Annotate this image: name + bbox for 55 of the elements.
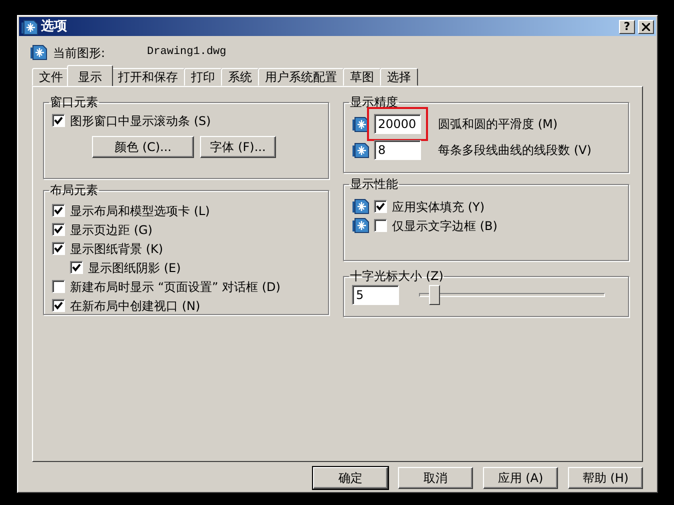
checkbox[interactable]: [52, 280, 65, 293]
close-icon: [642, 22, 650, 30]
document-icon: [352, 142, 369, 158]
document-icon: [352, 116, 369, 132]
checkbox[interactable]: [374, 200, 387, 213]
checkbox[interactable]: [374, 219, 387, 232]
input-field[interactable]: 8: [374, 140, 421, 160]
checkbox-label: 显示图纸阴影 (E): [88, 260, 181, 276]
checkbox[interactable]: [52, 204, 65, 217]
checkbox[interactable]: [52, 223, 65, 236]
checkbox-label: 新建布局时显示 “页面设置” 对话框 (D): [70, 278, 280, 296]
current-drawing-label: 当前图形:: [53, 44, 106, 62]
tab[interactable]: 打印: [184, 68, 222, 86]
drawing-name: Drawing1.dwg: [147, 45, 226, 60]
button[interactable]: 颜色 (C)...: [92, 136, 194, 158]
document-icon: [352, 218, 369, 233]
group-title: 窗口元素: [49, 95, 99, 109]
checkbox[interactable]: [52, 242, 65, 255]
close-button[interactable]: [638, 20, 654, 34]
input-field[interactable]: 20000: [374, 114, 421, 134]
tab[interactable]: 显示: [67, 65, 113, 86]
input-field[interactable]: 5: [352, 285, 399, 305]
tab[interactable]: 草图: [343, 68, 381, 86]
checkbox-label: 仅显示文字边框 (B): [392, 218, 498, 234]
window-title: 选项: [41, 18, 67, 36]
group-title: 显示性能: [349, 177, 399, 191]
checkbox-label: 应用实体填充 (Y): [392, 198, 485, 216]
checkbox-label: 显示布局和模型选项卡 (L): [70, 202, 210, 220]
document-icon: [21, 20, 38, 35]
button[interactable]: 字体 (F)...: [200, 136, 276, 158]
document-icon: [30, 45, 47, 60]
checkbox-label: 显示图纸背景 (K): [70, 240, 164, 258]
tab[interactable]: 选择: [380, 68, 418, 86]
checkbox-label: 在新布局中创建视口 (N): [70, 298, 200, 314]
tab[interactable]: 文件: [32, 68, 70, 86]
button[interactable]: 取消: [398, 467, 473, 489]
slider-thumb[interactable]: [428, 285, 440, 305]
document-icon: [352, 199, 369, 214]
checkbox[interactable]: [52, 114, 65, 127]
checkbox-label: 显示页边距 (G): [70, 222, 152, 238]
button[interactable]: 应用 (A): [483, 467, 558, 489]
help-button[interactable]: ?: [619, 20, 635, 34]
group-title: 十字光标大小 (Z): [349, 269, 444, 283]
tab[interactable]: 用户系统配置: [258, 68, 344, 86]
tab[interactable]: 打开和保存: [111, 68, 185, 86]
field-label: 每条多段线曲线的线段数 (V): [438, 142, 592, 159]
group-title: 显示精度: [349, 95, 399, 109]
button[interactable]: 确定: [313, 467, 388, 489]
checkbox[interactable]: [70, 261, 83, 274]
button[interactable]: 帮助 (H): [568, 467, 643, 489]
checkbox[interactable]: [52, 299, 65, 312]
field-label: 圆弧和圆的平滑度 (M): [438, 116, 558, 133]
tab[interactable]: 系统: [221, 68, 259, 86]
group-title: 布局元素: [49, 183, 99, 197]
checkbox-label: 图形窗口中显示滚动条 (S): [70, 112, 211, 130]
